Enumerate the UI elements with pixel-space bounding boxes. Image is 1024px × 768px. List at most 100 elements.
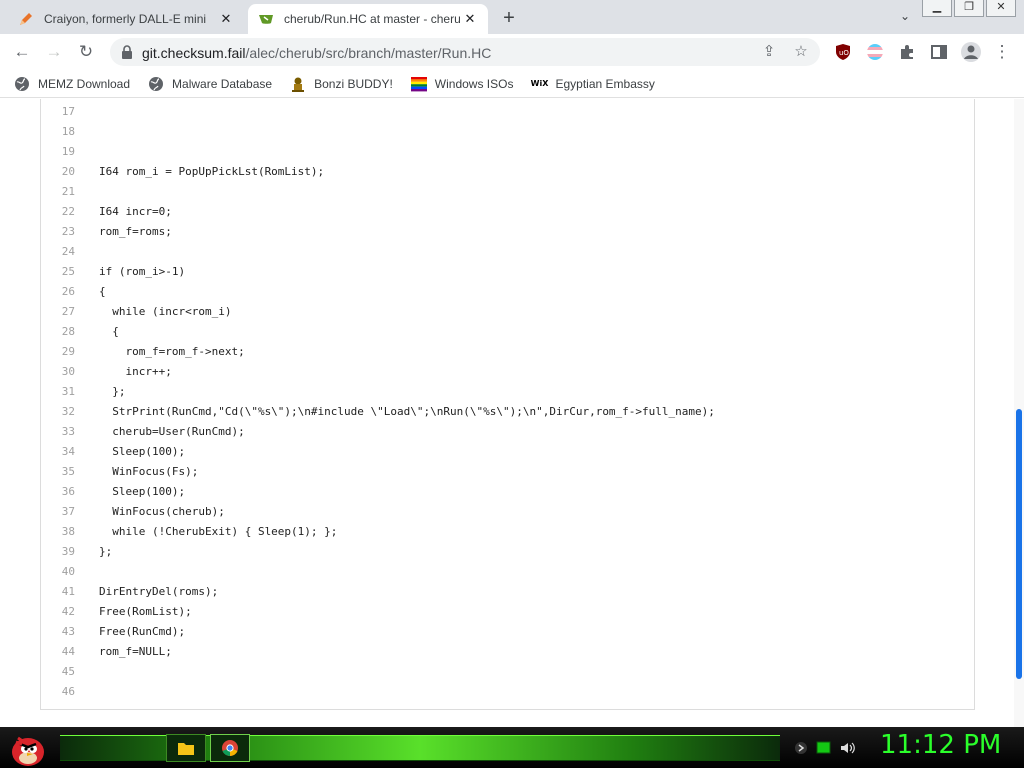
bookmark-label: Egyptian Embassy	[555, 76, 655, 91]
code-line: 40	[41, 562, 974, 582]
line-number[interactable]: 19	[41, 142, 75, 162]
line-number[interactable]: 45	[41, 662, 75, 682]
line-number[interactable]: 37	[41, 502, 75, 522]
code-line: 17	[41, 102, 974, 122]
code-text: {	[99, 325, 119, 338]
share-icon[interactable]: ⇪	[760, 43, 778, 61]
code-text: if (rom_i>-1)	[99, 265, 186, 278]
code-text: Sleep(100);	[99, 485, 186, 498]
code-line: 42 Free(RomList);	[41, 602, 974, 622]
bookmark-windows-isos[interactable]: Windows ISOs	[410, 76, 513, 92]
bookmark-memz-download[interactable]: MEMZ Download	[14, 76, 130, 92]
code-text: rom_f=NULL;	[99, 645, 172, 658]
wix-icon: WiX	[530, 79, 549, 88]
network-icon[interactable]	[794, 741, 808, 755]
file-explorer-button[interactable]	[166, 734, 206, 762]
code-line: 25 if (rom_i>-1)	[41, 262, 974, 282]
star-icon[interactable]: ☆	[792, 43, 810, 61]
profile-avatar-icon[interactable]	[960, 41, 982, 63]
line-number[interactable]: 18	[41, 122, 75, 142]
lock-icon	[122, 45, 132, 59]
line-number[interactable]: 38	[41, 522, 75, 542]
browser-toolbar: ← → ↻ git.checksum.fail/alec/cherub/src/…	[0, 34, 1024, 70]
trans-flag-icon[interactable]	[866, 43, 884, 61]
tab-title: cherub/Run.HC at master - cheru	[284, 12, 461, 26]
line-number[interactable]: 43	[41, 622, 75, 642]
line-number[interactable]: 39	[41, 542, 75, 562]
back-button[interactable]: ←	[10, 41, 34, 63]
bookmark-egyptian-embassy[interactable]: WiX Egyptian Embassy	[530, 76, 655, 92]
code-text: cherub=User(RunCmd);	[99, 425, 245, 438]
code-text: DirEntryDel(roms);	[99, 585, 219, 598]
page-scrollbar[interactable]	[1014, 99, 1024, 727]
svg-text:uO: uO	[839, 49, 849, 57]
code-line: 33 cherub=User(RunCmd);	[41, 422, 974, 442]
line-number[interactable]: 33	[41, 422, 75, 442]
code-line: 32 StrPrint(RunCmd,"Cd(\"%s\");\n#includ…	[41, 402, 974, 422]
taskbar-clock[interactable]: 11:12 PM	[880, 730, 1001, 760]
chrome-taskbar-button[interactable]	[210, 734, 250, 762]
line-number[interactable]: 22	[41, 202, 75, 222]
line-number[interactable]: 29	[41, 342, 75, 362]
line-number[interactable]: 30	[41, 362, 75, 382]
line-number[interactable]: 23	[41, 222, 75, 242]
line-number[interactable]: 36	[41, 482, 75, 502]
address-bar[interactable]: git.checksum.fail/alec/cherub/src/branch…	[110, 38, 820, 66]
code-line: 18	[41, 122, 974, 142]
reload-button[interactable]: ↻	[74, 41, 98, 63]
line-number[interactable]: 32	[41, 402, 75, 422]
code-text: };	[99, 545, 113, 558]
line-number[interactable]: 40	[41, 562, 75, 582]
angry-bird-start-icon[interactable]	[4, 728, 48, 768]
volume-icon[interactable]	[840, 741, 856, 755]
line-number[interactable]: 28	[41, 322, 75, 342]
tab-title: Craiyon, formerly DALL-E mini	[44, 12, 207, 26]
bookmark-bonzi-buddy[interactable]: Bonzi BUDDY!	[290, 76, 393, 92]
line-number[interactable]: 25	[41, 262, 75, 282]
more-menu-icon[interactable]: ⋮	[990, 41, 1014, 63]
code-text: I64 rom_i = PopUpPickLst(RomList);	[99, 165, 325, 178]
close-tab-icon[interactable]: ✕	[462, 11, 478, 27]
chevron-down-icon[interactable]: ⌄	[896, 9, 914, 25]
bookmark-label: Bonzi BUDDY!	[314, 76, 393, 91]
code-line: 29 rom_f=rom_f->next;	[41, 342, 974, 362]
line-number[interactable]: 24	[41, 242, 75, 262]
line-number[interactable]: 17	[41, 102, 75, 122]
code-text: StrPrint(RunCmd,"Cd(\"%s\");\n#include \…	[99, 405, 715, 418]
line-number[interactable]: 21	[41, 182, 75, 202]
code-text: rom_f=roms;	[99, 225, 172, 238]
line-number[interactable]: 34	[41, 442, 75, 462]
code-line: 20 I64 rom_i = PopUpPickLst(RomList);	[41, 162, 974, 182]
side-panel-icon[interactable]	[930, 43, 948, 61]
bookmark-malware-database[interactable]: Malware Database	[148, 76, 272, 92]
line-number[interactable]: 27	[41, 302, 75, 322]
code-line: 21	[41, 182, 974, 202]
close-tab-icon[interactable]: ✕	[218, 11, 234, 27]
line-number[interactable]: 44	[41, 642, 75, 662]
code-line: 44 rom_f=NULL;	[41, 642, 974, 662]
line-number[interactable]: 35	[41, 462, 75, 482]
bookmarks-bar: MEMZ Download Malware Database Bonzi BUD…	[0, 70, 1024, 98]
puzzle-icon[interactable]	[898, 43, 916, 61]
url-domain: git.checksum.fail	[142, 45, 246, 61]
close-window-button[interactable]: ✕	[986, 0, 1016, 17]
minimize-button[interactable]: ▁	[922, 0, 952, 17]
tab-cherub-run[interactable]: cherub/Run.HC at master - cheru ✕	[248, 4, 488, 34]
tab-craiyon[interactable]: Craiyon, formerly DALL-E mini ✕	[8, 4, 244, 34]
ublock-icon[interactable]: uO	[834, 43, 852, 61]
line-number[interactable]: 42	[41, 602, 75, 622]
code-line: 37 WinFocus(cherub);	[41, 502, 974, 522]
line-number[interactable]: 26	[41, 282, 75, 302]
restore-button[interactable]: ❐	[954, 0, 984, 17]
code-text: rom_f=rom_f->next;	[99, 345, 245, 358]
scrollbar-thumb[interactable]	[1016, 409, 1022, 679]
battery-icon[interactable]	[816, 741, 832, 755]
line-number[interactable]: 31	[41, 382, 75, 402]
page-content: }; 17181920 I64 rom_i = PopUpPickLst(RomLi…	[0, 99, 1024, 727]
line-number[interactable]: 46	[41, 682, 75, 702]
new-tab-button[interactable]: +	[498, 8, 520, 30]
code-line: 30 incr++;	[41, 362, 974, 382]
line-number[interactable]: 41	[41, 582, 75, 602]
forward-button[interactable]: →	[42, 41, 66, 63]
line-number[interactable]: 20	[41, 162, 75, 182]
